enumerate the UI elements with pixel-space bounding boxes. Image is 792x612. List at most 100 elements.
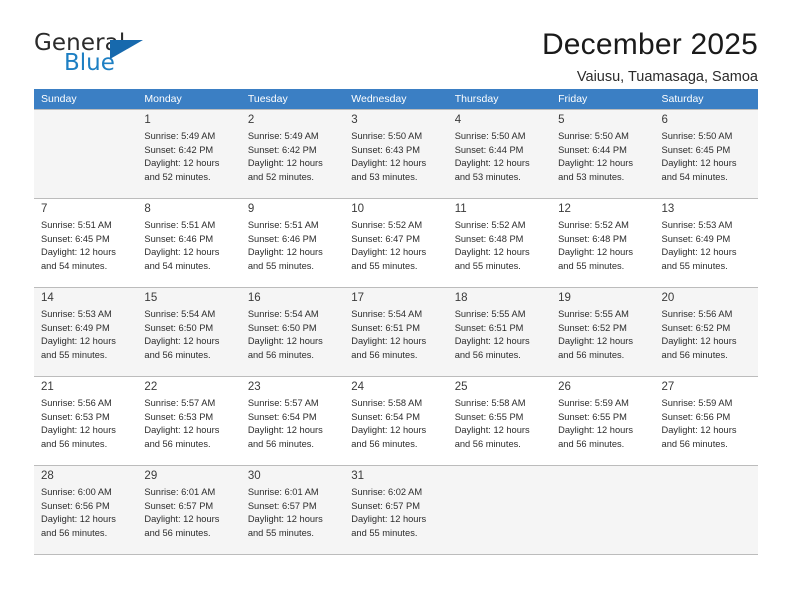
sun-info-line: Sunset: 6:48 PM [558,233,627,244]
calendar-day-cell[interactable]: 29 Sunrise: 6:01 AM Sunset: 6:57 PM Dayligh… [137,465,241,554]
calendar-day-cell[interactable]: 7 Sunrise: 5:51 AM Sunset: 6:45 PM Daylight… [34,198,138,287]
calendar-day-cell[interactable]: 17 Sunrise: 5:54 AM Sunset: 6:51 PM Dayligh… [344,287,448,376]
calendar-day-cell[interactable]: 12 Sunrise: 5:52 AM Sunset: 6:48 PM Dayligh… [551,198,655,287]
sun-info-line: Sunrise: 5:53 AM [41,309,112,319]
calendar-day-cell[interactable]: 25 Sunrise: 5:58 AM Sunset: 6:55 PM Dayligh… [447,376,552,465]
sun-info-line: Sunrise: 5:53 AM [661,220,733,230]
sun-info-line: Sunset: 6:57 PM [144,500,214,511]
day-cell-inner: 14 Sunrise: 5:53 AM Sunset: 6:49 PM Dayligh… [34,287,138,376]
calendar-day-cell[interactable]: 27 Sunrise: 5:59 AM Sunset: 6:56 PM Dayligh… [654,376,758,465]
day-number: 17 [351,292,365,304]
day-number: 23 [247,381,261,393]
day-number: 11 [454,203,467,215]
calendar-week-row: 7 Sunrise: 5:51 AM Sunset: 6:45 PM Daylight… [34,198,758,287]
day-cell-inner: 8 Sunrise: 5:51 AM Sunset: 6:46 PM Daylight… [137,198,241,287]
sun-info-line: and 53 minutes. [558,171,625,182]
sun-info-line: Daylight: 12 hours [661,336,737,347]
day-cell-inner: 3 Sunrise: 5:50 AM Sunset: 6:43 PM Daylight… [344,109,448,198]
sun-info-line: Daylight: 12 hours [247,514,323,525]
sun-info-line: and 55 minutes. [247,260,314,271]
sun-info-line: Sunset: 6:55 PM [558,411,627,422]
sun-info-line: Sunset: 6:49 PM [661,233,731,244]
day-number: 14 [41,292,54,304]
calendar-day-cell[interactable]: 1 Sunrise: 5:49 AM Sunset: 6:42 PM Daylight… [137,109,241,198]
sun-info-line: and 55 minutes. [41,349,108,360]
day-cell-inner: 15 Sunrise: 5:54 AM Sunset: 6:50 PM Dayligh… [137,287,241,376]
calendar-day-cell[interactable]: 16 Sunrise: 5:54 AM Sunset: 6:50 PM Dayligh… [240,287,345,376]
sun-info-line: Sunset: 6:42 PM [247,144,317,155]
sun-info: Sunrise: 6:01 AM Sunset: 6:57 PM Daylight:… [144,486,235,540]
calendar-day-cell[interactable]: 3 Sunrise: 5:50 AM Sunset: 6:43 PM Daylight… [344,109,448,198]
day-cell-inner: 5 Sunrise: 5:50 AM Sunset: 6:44 PM Daylight… [551,109,655,198]
sun-info-line: and 56 minutes. [454,438,521,449]
sun-info-line: and 52 minutes. [247,171,314,182]
sun-info-line: Sunset: 6:56 PM [41,500,110,511]
sun-info-line: Daylight: 12 hours [41,336,116,347]
calendar-day-cell[interactable]: 5 Sunrise: 5:50 AM Sunset: 6:44 PM Daylight… [551,109,655,198]
calendar-day-cell[interactable]: 22 Sunrise: 5:57 AM Sunset: 6:53 PM Dayligh… [137,376,241,465]
calendar-header-row: Sunday Monday Tuesday Wednesday Thursday… [34,89,758,109]
sun-info-line: Daylight: 12 hours [41,514,116,525]
sun-info-line: Daylight: 12 hours [351,247,427,258]
calendar-day-cell[interactable]: 11 Sunrise: 5:52 AM Sunset: 6:48 PM Dayligh… [447,198,552,287]
sun-info-line: Sunrise: 5:52 AM [558,220,629,230]
calendar-day-cell[interactable]: 28 Sunrise: 6:00 AM Sunset: 6:56 PM Dayligh… [34,465,138,554]
sun-info-line: Daylight: 12 hours [351,158,427,169]
day-number: 6 [661,114,668,126]
calendar-day-cell[interactable]: 14 Sunrise: 5:53 AM Sunset: 6:49 PM Dayligh… [34,287,138,376]
sun-info-line: Daylight: 12 hours [454,247,530,258]
calendar-day-cell[interactable]: 20 Sunrise: 5:56 AM Sunset: 6:52 PM Dayligh… [654,287,758,376]
sun-info-line: and 53 minutes. [454,171,521,182]
sun-info-line: Sunset: 6:52 PM [661,322,731,333]
general-blue-logo[interactable]: General Blue [34,28,184,75]
calendar-day-cell[interactable]: 26 Sunrise: 5:59 AM Sunset: 6:55 PM Dayligh… [551,376,655,465]
day-cell-inner: 28 Sunrise: 6:00 AM Sunset: 6:56 PM Dayligh… [34,465,138,554]
sun-info-line: Sunrise: 5:59 AM [661,398,733,408]
day-cell-inner: 10 Sunrise: 5:52 AM Sunset: 6:47 PM Dayligh… [344,198,448,287]
day-number: 19 [558,292,571,304]
sun-info-line: Sunrise: 5:55 AM [454,309,526,319]
calendar-empty-cell [447,465,552,554]
calendar-day-cell[interactable]: 23 Sunrise: 5:57 AM Sunset: 6:54 PM Dayligh… [240,376,345,465]
day-cell-inner: 1 Sunrise: 5:49 AM Sunset: 6:42 PM Daylight… [137,109,241,198]
sun-info-line: Daylight: 12 hours [558,247,634,258]
sun-info-line: Sunset: 6:47 PM [351,233,420,244]
sun-info-line: and 56 minutes. [454,349,521,360]
sun-info-line: Sunrise: 5:50 AM [558,131,629,141]
sun-info-line: Daylight: 12 hours [661,425,737,436]
calendar-day-cell[interactable]: 15 Sunrise: 5:54 AM Sunset: 6:50 PM Dayligh… [137,287,241,376]
calendar-day-cell[interactable]: 21 Sunrise: 5:56 AM Sunset: 6:53 PM Dayligh… [34,376,138,465]
sun-info-line: Sunset: 6:45 PM [661,144,731,155]
calendar-day-cell[interactable]: 9 Sunrise: 5:51 AM Sunset: 6:46 PM Daylight… [240,198,345,287]
calendar-day-cell[interactable]: 30 Sunrise: 6:01 AM Sunset: 6:57 PM Dayligh… [240,465,345,554]
sun-info: Sunrise: 5:57 AM Sunset: 6:54 PM Daylight:… [248,397,339,451]
sun-info: Sunrise: 5:51 AM Sunset: 6:46 PM Daylight:… [248,219,339,273]
sun-info: Sunrise: 6:02 AM Sunset: 6:57 PM Daylight:… [351,486,442,540]
sun-info: Sunrise: 5:55 AM Sunset: 6:51 PM Daylight:… [455,308,546,362]
calendar-day-cell[interactable]: 18 Sunrise: 5:55 AM Sunset: 6:51 PM Dayligh… [447,287,552,376]
day-number: 27 [661,381,675,393]
calendar-day-cell[interactable]: 10 Sunrise: 5:52 AM Sunset: 6:47 PM Dayligh… [344,198,448,287]
page-title: December 2025 [541,28,758,61]
calendar-day-cell[interactable]: 4 Sunrise: 5:50 AM Sunset: 6:44 PM Daylight… [447,109,552,198]
day-cell-inner [447,465,552,554]
day-cell-inner [551,465,655,554]
calendar-day-cell[interactable]: 6 Sunrise: 5:50 AM Sunset: 6:45 PM Daylight… [654,109,758,198]
sun-info-line: Sunrise: 5:49 AM [144,131,216,141]
calendar-day-cell[interactable]: 8 Sunrise: 5:51 AM Sunset: 6:46 PM Daylight… [137,198,241,287]
sun-info-line: Sunset: 6:50 PM [247,322,317,333]
calendar-day-cell[interactable]: 24 Sunrise: 5:58 AM Sunset: 6:54 PM Dayligh… [344,376,448,465]
day-number: 21 [41,381,54,393]
sun-info-line: Daylight: 12 hours [144,336,220,347]
calendar-day-cell[interactable]: 13 Sunrise: 5:53 AM Sunset: 6:49 PM Dayligh… [654,198,758,287]
sun-info-line: Daylight: 12 hours [144,425,220,436]
calendar-day-cell[interactable]: 2 Sunrise: 5:49 AM Sunset: 6:42 PM Daylight… [240,109,345,198]
sun-info-line: and 56 minutes. [41,438,108,449]
sun-info-line: Daylight: 12 hours [247,336,323,347]
day-number: 2 [247,114,255,126]
day-cell-inner: 6 Sunrise: 5:50 AM Sunset: 6:45 PM Daylight… [654,109,758,198]
calendar-day-cell[interactable]: 19 Sunrise: 5:55 AM Sunset: 6:52 PM Dayligh… [551,287,655,376]
calendar-day-cell[interactable]: 31 Sunrise: 6:02 AM Sunset: 6:57 PM Dayligh… [344,465,448,554]
sun-info-line: and 55 minutes. [558,260,625,271]
sun-info-line: Sunset: 6:42 PM [144,144,214,155]
